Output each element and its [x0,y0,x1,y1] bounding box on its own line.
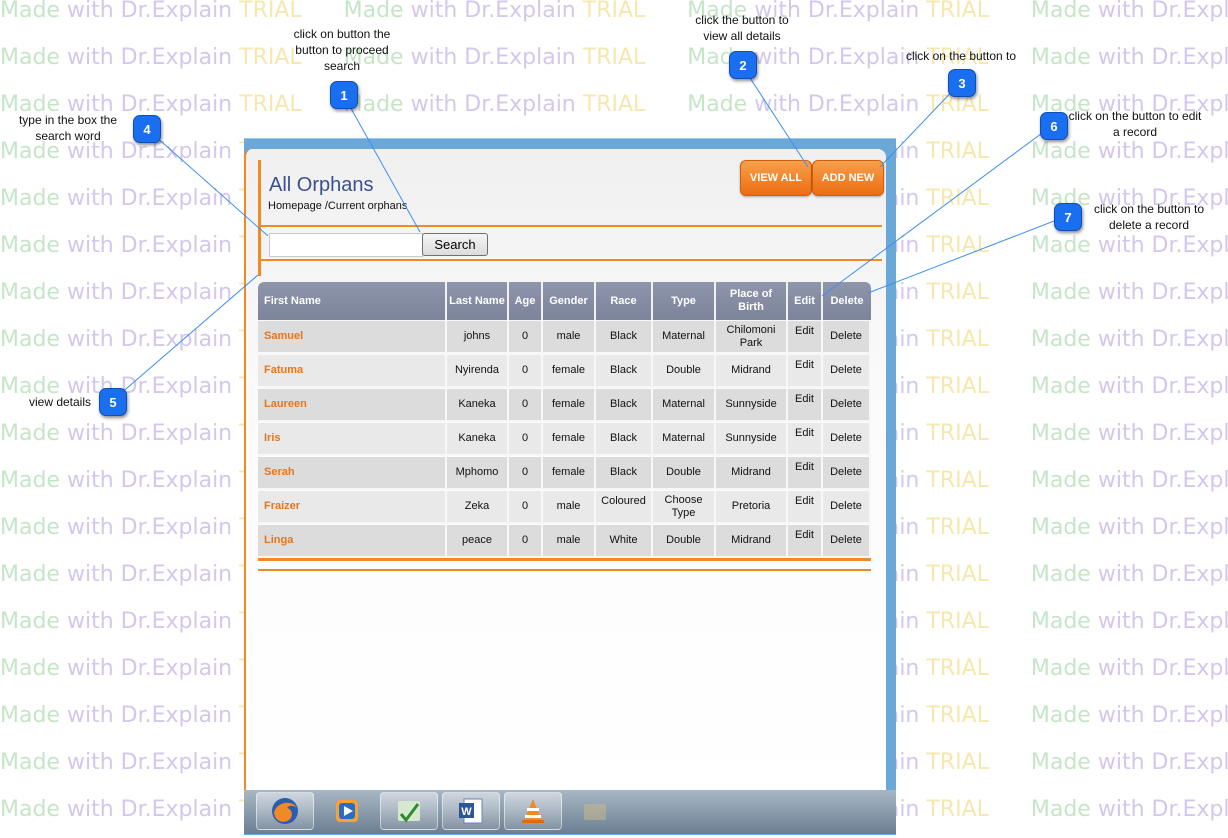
callout-line-6 [821,124,1054,297]
callout-line-4 [145,127,269,237]
callout-badge-6: 6 [1040,112,1068,140]
callout-badge-4: 4 [133,115,161,143]
callout-text-6: click on the button to edit a record [1068,109,1202,139]
callout-text-5: view details [28,395,92,409]
callout-line-1 [342,93,421,233]
callout-badge-2: 2 [729,51,757,79]
callout-line-7 [867,215,1068,294]
callout-badge-7: 7 [1054,203,1082,231]
callout-badge-5: 5 [99,388,127,416]
callout-text-4: type in the box the search word [18,113,118,143]
callout-text-7: click on the button to delete a record [1093,202,1205,232]
callout-line-5 [111,274,259,402]
callout-line-2 [740,63,809,168]
callout-badge-1: 1 [330,81,358,109]
callout-text-2: click the button to view all details [695,13,789,43]
callout-text-3: click on the button to [905,49,1017,63]
callout-badge-3: 3 [948,69,976,97]
callout-line-3 [879,81,962,168]
callout-text-1: click on button the button to proceed se… [293,27,391,73]
